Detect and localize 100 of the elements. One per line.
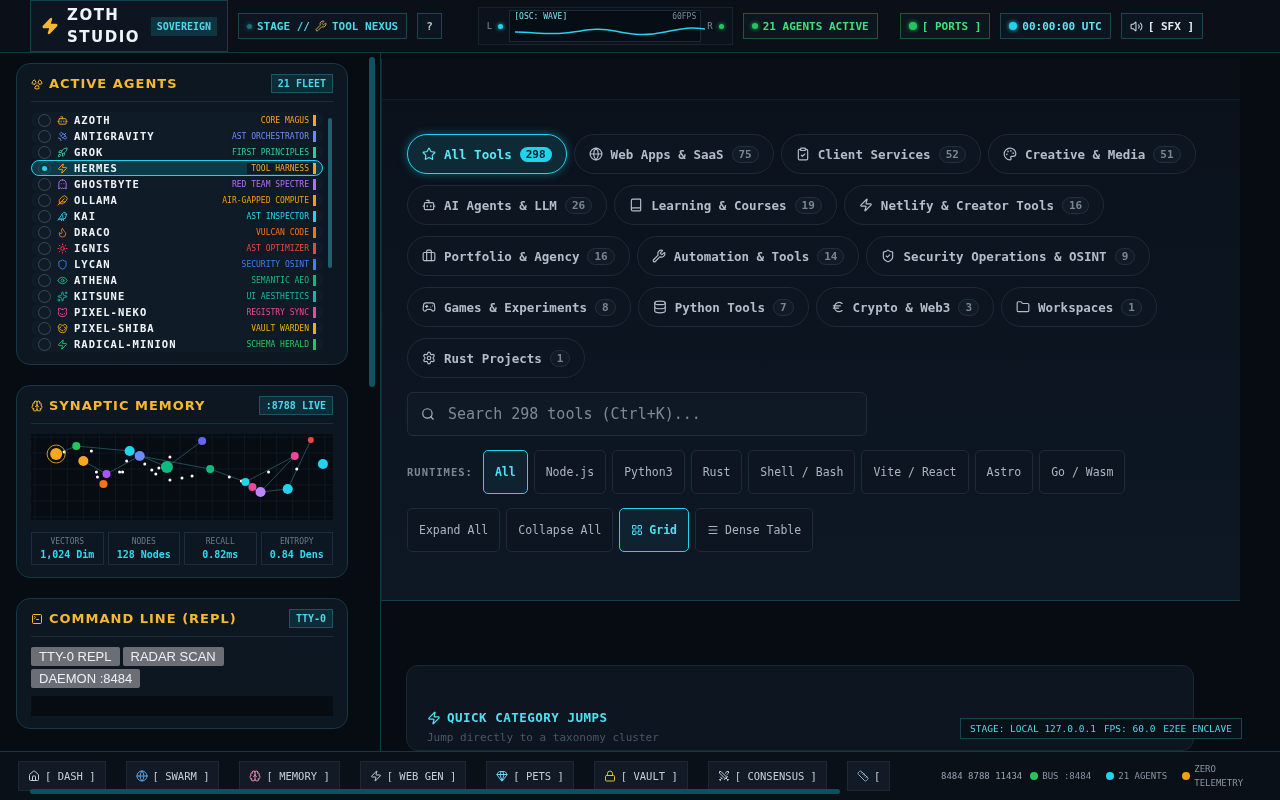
- category-chip[interactable]: Rust Projects 1: [407, 338, 586, 378]
- view-toggle[interactable]: Grid: [619, 508, 690, 552]
- nav-tab[interactable]: [ SWARM ]: [125, 761, 220, 791]
- clock-display[interactable]: 00:00:00 UTC: [1000, 13, 1111, 39]
- nav-tab[interactable]: [ CONSENSUS ]: [707, 761, 827, 791]
- stat-label: NODES: [131, 537, 156, 546]
- category-chip[interactable]: Python Tools 7: [637, 287, 809, 327]
- agent-row[interactable]: PIXEL-NEKO REGISTRY SYNC: [31, 304, 323, 320]
- sparkles-icon: [57, 290, 68, 302]
- category-chip[interactable]: Netlify & Creator Tools 16: [843, 185, 1105, 225]
- category-chip[interactable]: Crypto & Web3 3: [815, 287, 995, 327]
- count-badge: 19: [794, 196, 822, 214]
- agent-row[interactable]: OLLAMA AIR-GAPPED COMPUTE: [31, 192, 323, 208]
- panel-title: ACTIVE AGENTS: [49, 76, 178, 91]
- wrench-icon: [651, 249, 666, 263]
- status-text: E2EE ENCLAVE: [1163, 723, 1232, 734]
- agent-name: ATHENA: [74, 274, 118, 286]
- category-chip[interactable]: Games & Experiments 8: [407, 287, 631, 327]
- nav-tab[interactable]: [ MEMORY ]: [239, 761, 340, 791]
- agent-row[interactable]: KAI AST INSPECTOR: [31, 208, 323, 224]
- nav-tab[interactable]: [ PETS ]: [486, 761, 574, 791]
- search-icon: [421, 407, 435, 421]
- agent-row[interactable]: GROK FIRST PRINCIPLES: [31, 144, 323, 160]
- runtime-filter[interactable]: Vite / React: [861, 450, 969, 494]
- agent-row[interactable]: AZOTH CORE MAGUS: [31, 112, 323, 128]
- action-button[interactable]: Expand All: [407, 508, 501, 552]
- role-tag: UI AESTHETICS: [242, 290, 316, 302]
- runtime-filter[interactable]: Shell / Bash: [748, 450, 856, 494]
- category-chip[interactable]: All Tools 298: [407, 134, 567, 174]
- lightning-icon: [41, 17, 59, 35]
- agent-name: ANTIGRAVITY: [74, 130, 155, 142]
- category-chip[interactable]: Creative & Media 51: [987, 134, 1196, 174]
- home-icon: [28, 770, 40, 782]
- category-chip[interactable]: Security Operations & OSINT 9: [866, 236, 1151, 276]
- ports-button[interactable]: [ PORTS ]: [899, 13, 991, 39]
- category-chip[interactable]: Workspaces 1: [1001, 287, 1157, 327]
- mode-button[interactable]: TTY-0 REPL: [31, 647, 120, 666]
- graph-node: [180, 476, 184, 480]
- shield-icon: [57, 258, 68, 270]
- nav-tab[interactable]: [ DASH ]: [18, 761, 106, 791]
- agent-row[interactable]: ANTIGRAVITY AST ORCHESTRATOR: [31, 128, 323, 144]
- agent-row[interactable]: KITSUNE UI AESTHETICS: [31, 288, 323, 304]
- mode-button[interactable]: DAEMON :8484: [31, 669, 141, 688]
- sfx-button[interactable]: [ SFX ]: [1120, 13, 1204, 39]
- view-toggle[interactable]: Dense Table: [695, 508, 814, 552]
- radiation-icon: [31, 77, 43, 90]
- sun-icon: [57, 242, 68, 254]
- agent-row[interactable]: RADICAL-MINION SCHEMA HERALD: [31, 336, 323, 352]
- stat-value: 1,024 Dim: [40, 549, 95, 560]
- agent-row[interactable]: DRACO VULCAN CODE: [31, 224, 323, 240]
- agent-row[interactable]: LYCAN SECURITY OSINT: [31, 256, 323, 272]
- agent-row[interactable]: HERMES TOOL HARNESS: [31, 160, 323, 176]
- category-chip[interactable]: Portfolio & Agency 16: [407, 236, 630, 276]
- brain-icon: [31, 399, 43, 412]
- runtime-filter[interactable]: Python3: [612, 450, 685, 494]
- graph-node: [168, 478, 172, 482]
- runtime-filter[interactable]: All: [482, 450, 528, 494]
- agents-status[interactable]: 21 AGENTS ACTIVE: [742, 13, 878, 39]
- brain-icon: [249, 770, 262, 782]
- role-tag: AST OPTIMIZER: [242, 242, 316, 254]
- count-badge: 51: [1153, 145, 1181, 163]
- palette-icon: [1002, 147, 1017, 161]
- book-icon: [629, 198, 644, 212]
- lightning-icon: [369, 770, 382, 782]
- category-chip[interactable]: Automation & Tools 14: [636, 236, 860, 276]
- stat-label: RECALL: [205, 537, 235, 546]
- horizontal-scrollbar[interactable]: [30, 789, 840, 794]
- nav-tab[interactable]: [ VAULT ]: [593, 761, 688, 791]
- category-chip[interactable]: Web Apps & SaaS 75: [573, 134, 774, 174]
- graph-node: [295, 467, 299, 471]
- count-badge: 298: [519, 146, 552, 162]
- agent-row[interactable]: ATHENA SEMANTIC AEO: [31, 272, 323, 288]
- clipboard-icon: [795, 147, 810, 161]
- action-button[interactable]: Collapse All: [506, 508, 614, 552]
- help-button[interactable]: ?: [417, 13, 442, 39]
- agent-row[interactable]: PIXEL-SHIBA VAULT WARDEN: [31, 320, 323, 336]
- runtime-filter[interactable]: Go / Wasm: [1039, 450, 1126, 494]
- list-icon: [707, 524, 720, 536]
- stat-value: 128 Nodes: [116, 549, 171, 560]
- count-badge: 16: [1061, 196, 1090, 214]
- nav-tab[interactable]: [: [846, 761, 891, 791]
- panel-title: COMMAND LINE (REPL): [49, 611, 237, 626]
- agent-name: KITSUNE: [74, 290, 126, 302]
- mode-button[interactable]: RADAR SCAN: [122, 647, 224, 666]
- agent-row[interactable]: IGNIS AST OPTIMIZER: [31, 240, 323, 256]
- search-field[interactable]: Search 298 tools (Ctrl+K)...: [407, 392, 867, 436]
- speaker-icon: [1129, 19, 1143, 33]
- category-chip[interactable]: AI Agents & LLM 26: [407, 185, 608, 225]
- runtime-filter[interactable]: Node.js: [533, 450, 607, 494]
- runtime-filter[interactable]: Astro: [974, 450, 1034, 494]
- runtime-filter[interactable]: Rust: [690, 450, 743, 494]
- status-text: STAGE: LOCAL 127.0.0.1: [970, 723, 1096, 734]
- stage-button[interactable]: STAGE // TOOL NEXUS: [238, 13, 408, 39]
- agent-row[interactable]: GHOSTBYTE RED TEAM SPECTRE: [31, 176, 323, 192]
- lightning-icon: [57, 162, 68, 174]
- graph-node: [307, 437, 314, 443]
- category-chip[interactable]: Client Services 52: [780, 134, 981, 174]
- graph-node: [317, 459, 328, 469]
- nav-tab[interactable]: [ WEB GEN ]: [359, 761, 467, 791]
- category-chip[interactable]: Learning & Courses 19: [614, 185, 837, 225]
